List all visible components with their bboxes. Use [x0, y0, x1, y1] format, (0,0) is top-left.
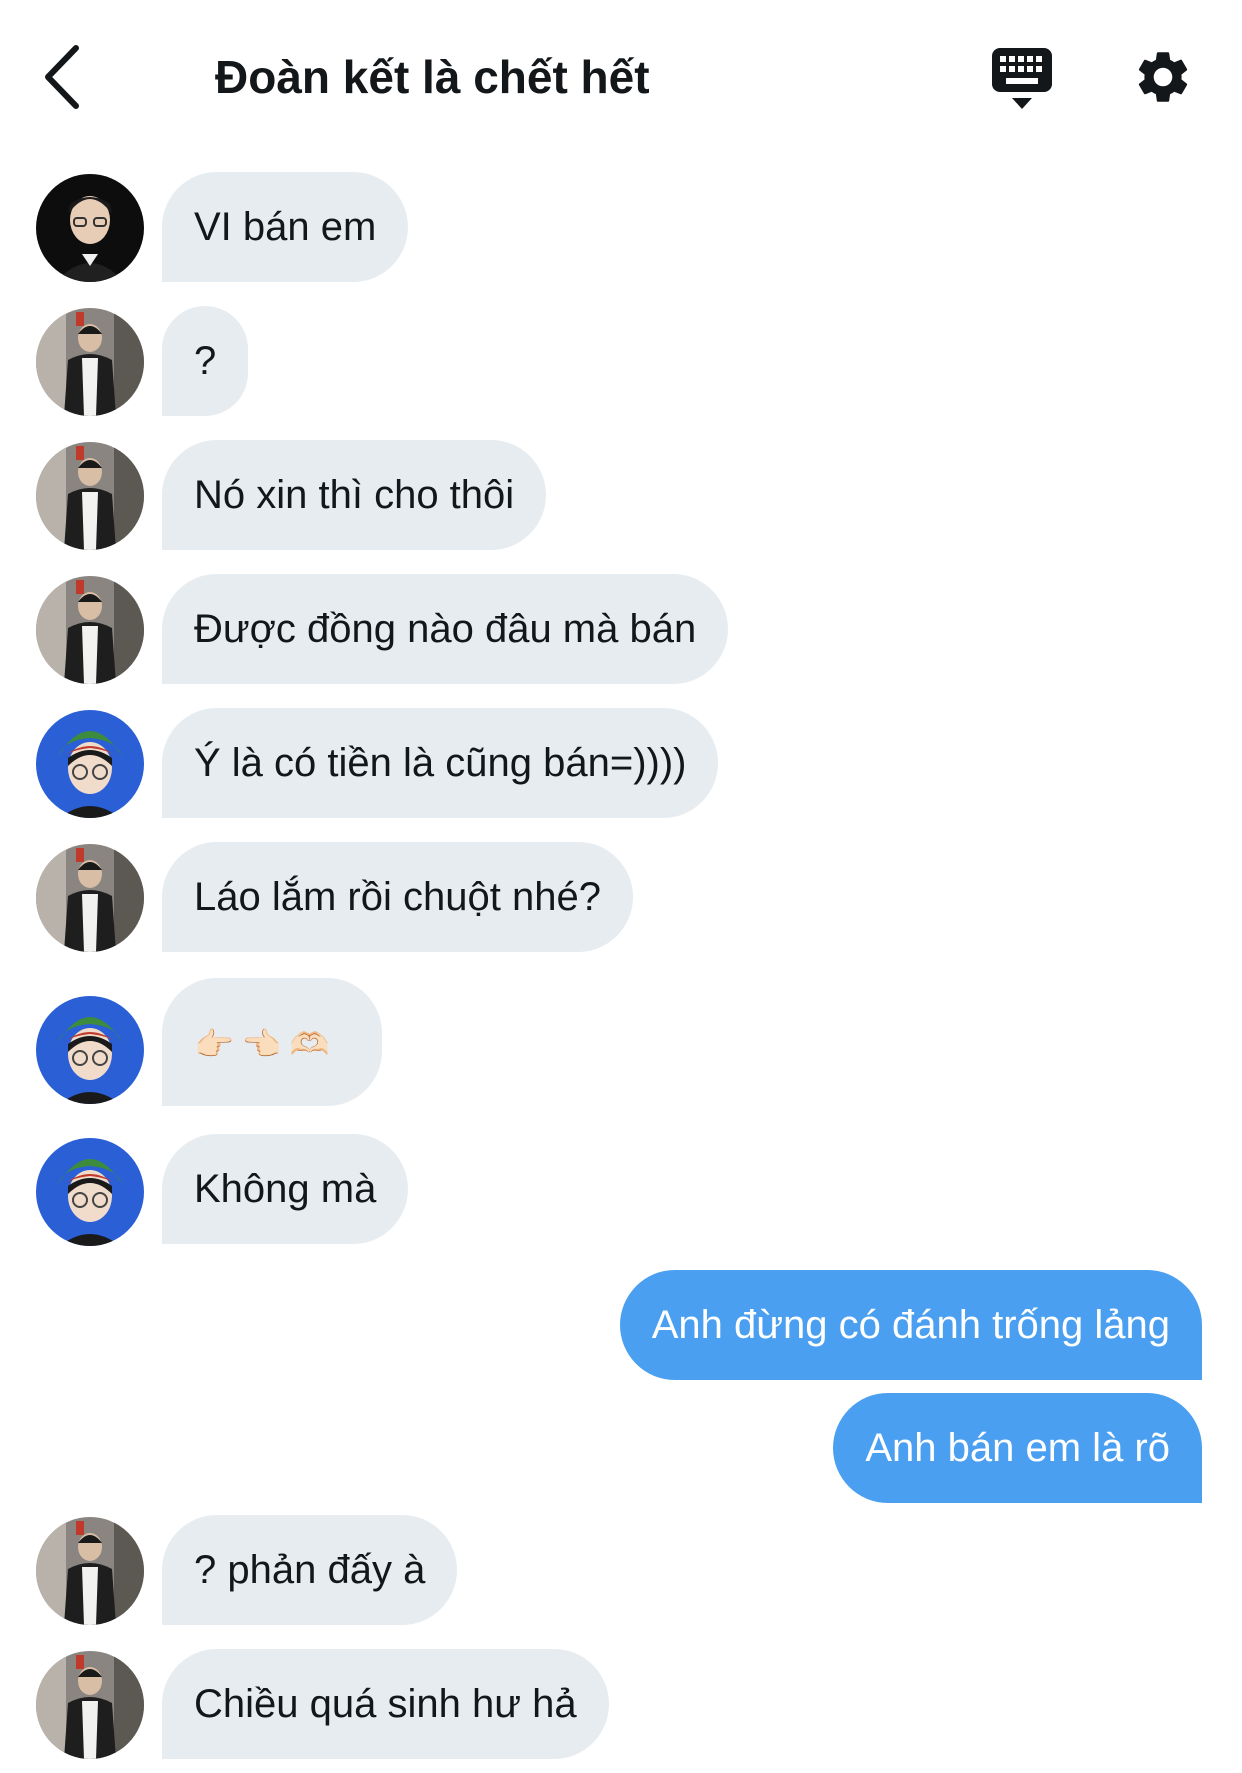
message-bubble: Được đồng nào đâu mà bán: [162, 574, 729, 684]
message-bubble: Không mà: [162, 1134, 409, 1244]
avatar[interactable]: [36, 1138, 144, 1246]
chat-header: Đoàn kết là chết hết: [0, 0, 1242, 150]
message-bubble: 👉🏻👈🏻🫶🏻: [162, 978, 382, 1106]
chevron-left-icon: [45, 45, 79, 109]
avatar[interactable]: [36, 576, 144, 684]
conversation-title[interactable]: Đoàn kết là chết hết: [215, 42, 650, 112]
avatar-user-a: [36, 174, 144, 282]
message-bubble: Nó xin thì cho thôi: [162, 440, 547, 550]
avatar-user-b: [36, 308, 144, 416]
message-bubble: ?: [162, 306, 249, 416]
avatar-user-b: [36, 1517, 144, 1625]
avatar-user-b: [36, 844, 144, 952]
avatar[interactable]: [36, 1517, 144, 1625]
avatar-user-c: [36, 1138, 144, 1246]
avatar-user-b: [36, 442, 144, 550]
avatar[interactable]: [36, 1651, 144, 1759]
avatar-user-b: [36, 576, 144, 684]
message-bubble: Ý là có tiền là cũng bán=)))): [162, 708, 719, 818]
avatar[interactable]: [36, 844, 144, 952]
avatar-user-c: [36, 996, 144, 1104]
avatar[interactable]: [36, 996, 144, 1104]
avatar-user-c: [36, 710, 144, 818]
avatar[interactable]: [36, 174, 144, 282]
outgoing-message-bubble: Anh bán em là rõ: [833, 1393, 1202, 1503]
avatar[interactable]: [36, 710, 144, 818]
keyboard-icon: [992, 48, 1052, 109]
message-bubble: Láo lắm rồi chuột nhé?: [162, 842, 633, 952]
message-bubble: ? phản đấy à: [162, 1515, 458, 1625]
keyboard-button[interactable]: [990, 46, 1054, 112]
avatar[interactable]: [36, 442, 144, 550]
gear-icon: [1138, 52, 1188, 102]
emoji-message: 👉🏻👈🏻🫶🏻: [194, 1026, 338, 1062]
avatar-user-b: [36, 1651, 144, 1759]
outgoing-message-bubble: Anh đừng có đánh trống lảng: [619, 1270, 1202, 1380]
settings-button[interactable]: [1132, 46, 1194, 108]
avatar[interactable]: [36, 308, 144, 416]
back-button[interactable]: [40, 42, 90, 112]
message-bubble: VI bán em: [162, 172, 409, 282]
message-bubble: Chiều quá sinh hư hả: [162, 1649, 609, 1759]
